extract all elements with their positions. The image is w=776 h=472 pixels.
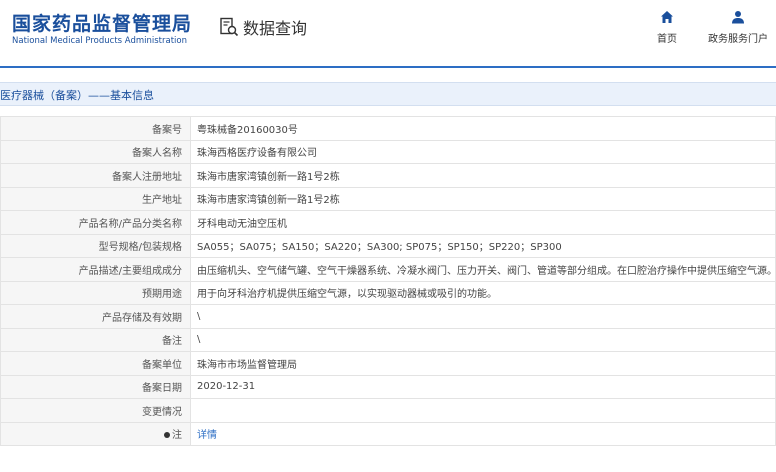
row-value: 用于向牙科治疗机提供压缩空气源，以实现驱动器械或吸引的功能。 xyxy=(190,280,776,305)
table-row: 备案号 粤珠械备20160030号 xyxy=(0,116,776,141)
section-title: 医疗器械（备案）——基本信息 xyxy=(0,89,154,102)
row-label: 备案日期 xyxy=(0,374,191,399)
row-label: 备案单位 xyxy=(0,351,191,376)
table-row: 备案单位 珠海市市场监督管理局 xyxy=(0,351,776,376)
table-row: 备案日期 2020-12-31 xyxy=(0,374,776,399)
document-search-icon xyxy=(220,17,239,37)
row-value: 2020-12-31 xyxy=(190,374,776,399)
row-value: 珠海市唐家湾镇创新一路1号2栋 xyxy=(190,186,776,211)
data-query-title[interactable]: 数据查询 xyxy=(219,15,307,39)
row-value: 详情 xyxy=(190,421,776,446)
table-row: 产品描述/主要组成成分 由压缩机头、空气储气罐、空气干燥器系统、冷凝水阀门、压力… xyxy=(0,257,776,282)
row-value: 珠海市市场监督管理局 xyxy=(190,351,776,376)
header-divider xyxy=(0,66,776,68)
table-row: 产品存储及有效期 \ xyxy=(0,304,776,329)
row-label: 备案号 xyxy=(0,116,191,141)
info-dot-icon xyxy=(164,432,170,439)
row-label: 变更情况 xyxy=(0,398,191,423)
site-header: 国家药品监督管理局 National Medical Products Admi… xyxy=(0,0,776,68)
site-logo-cn[interactable]: 国家药品监督管理局 xyxy=(12,9,192,36)
row-value: 珠海市唐家湾镇创新一路1号2栋 xyxy=(190,163,776,188)
note-label: 注 xyxy=(172,430,182,442)
table-row: 变更情况 xyxy=(0,398,776,423)
row-label: 产品存储及有效期 xyxy=(0,304,191,329)
row-label: 产品描述/主要组成成分 xyxy=(0,257,191,282)
device-detail-table: 备案号 粤珠械备20160030号 备案人名称 珠海西格医疗设备有限公司 备案人… xyxy=(0,116,776,446)
row-value: SA055；SA075；SA150；SA220；SA300; SP075；SP1… xyxy=(190,233,776,258)
row-label: 备案人注册地址 xyxy=(0,163,191,188)
table-row: 备案人注册地址 珠海市唐家湾镇创新一路1号2栋 xyxy=(0,163,776,188)
home-icon xyxy=(661,11,673,23)
row-label-note: 注 xyxy=(0,421,191,446)
row-value xyxy=(190,398,776,423)
table-row: 产品名称/产品分类名称 牙科电动无油空压机 xyxy=(0,210,776,235)
nav-portal[interactable]: 政务服务门户 xyxy=(698,10,776,45)
table-row: 注 详情 xyxy=(0,421,776,446)
site-logo-en[interactable]: National Medical Products Administration xyxy=(12,36,187,46)
data-query-label: 数据查询 xyxy=(243,19,308,38)
row-label: 型号规格/包装规格 xyxy=(0,233,191,258)
row-value: 珠海西格医疗设备有限公司 xyxy=(190,139,776,164)
table-row: 预期用途 用于向牙科治疗机提供压缩空气源，以实现驱动器械或吸引的功能。 xyxy=(0,280,776,305)
table-row: 生产地址 珠海市唐家湾镇创新一路1号2栋 xyxy=(0,186,776,211)
details-link[interactable]: 详情 xyxy=(197,430,217,441)
user-icon xyxy=(732,11,744,24)
row-label: 备案人名称 xyxy=(0,139,191,164)
row-value: \ xyxy=(190,327,776,352)
nav-home[interactable]: 首页 xyxy=(627,10,707,45)
table-row: 备注 \ xyxy=(0,327,776,352)
nav-portal-label: 政务服务门户 xyxy=(708,34,768,45)
section-title-bar: 医疗器械（备案）——基本信息 xyxy=(0,82,776,106)
row-value: 粤珠械备20160030号 xyxy=(190,116,776,141)
row-label: 生产地址 xyxy=(0,186,191,211)
nav-home-label: 首页 xyxy=(657,34,677,45)
row-label: 预期用途 xyxy=(0,280,191,305)
table-row: 备案人名称 珠海西格医疗设备有限公司 xyxy=(0,139,776,164)
table-row: 型号规格/包装规格 SA055；SA075；SA150；SA220；SA300;… xyxy=(0,233,776,258)
row-value: \ xyxy=(190,304,776,329)
row-value: 牙科电动无油空压机 xyxy=(190,210,776,235)
row-value: 由压缩机头、空气储气罐、空气干燥器系统、冷凝水阀门、压力开关、阀门、管道等部分组… xyxy=(190,257,776,282)
row-label: 备注 xyxy=(0,327,191,352)
row-label: 产品名称/产品分类名称 xyxy=(0,210,191,235)
